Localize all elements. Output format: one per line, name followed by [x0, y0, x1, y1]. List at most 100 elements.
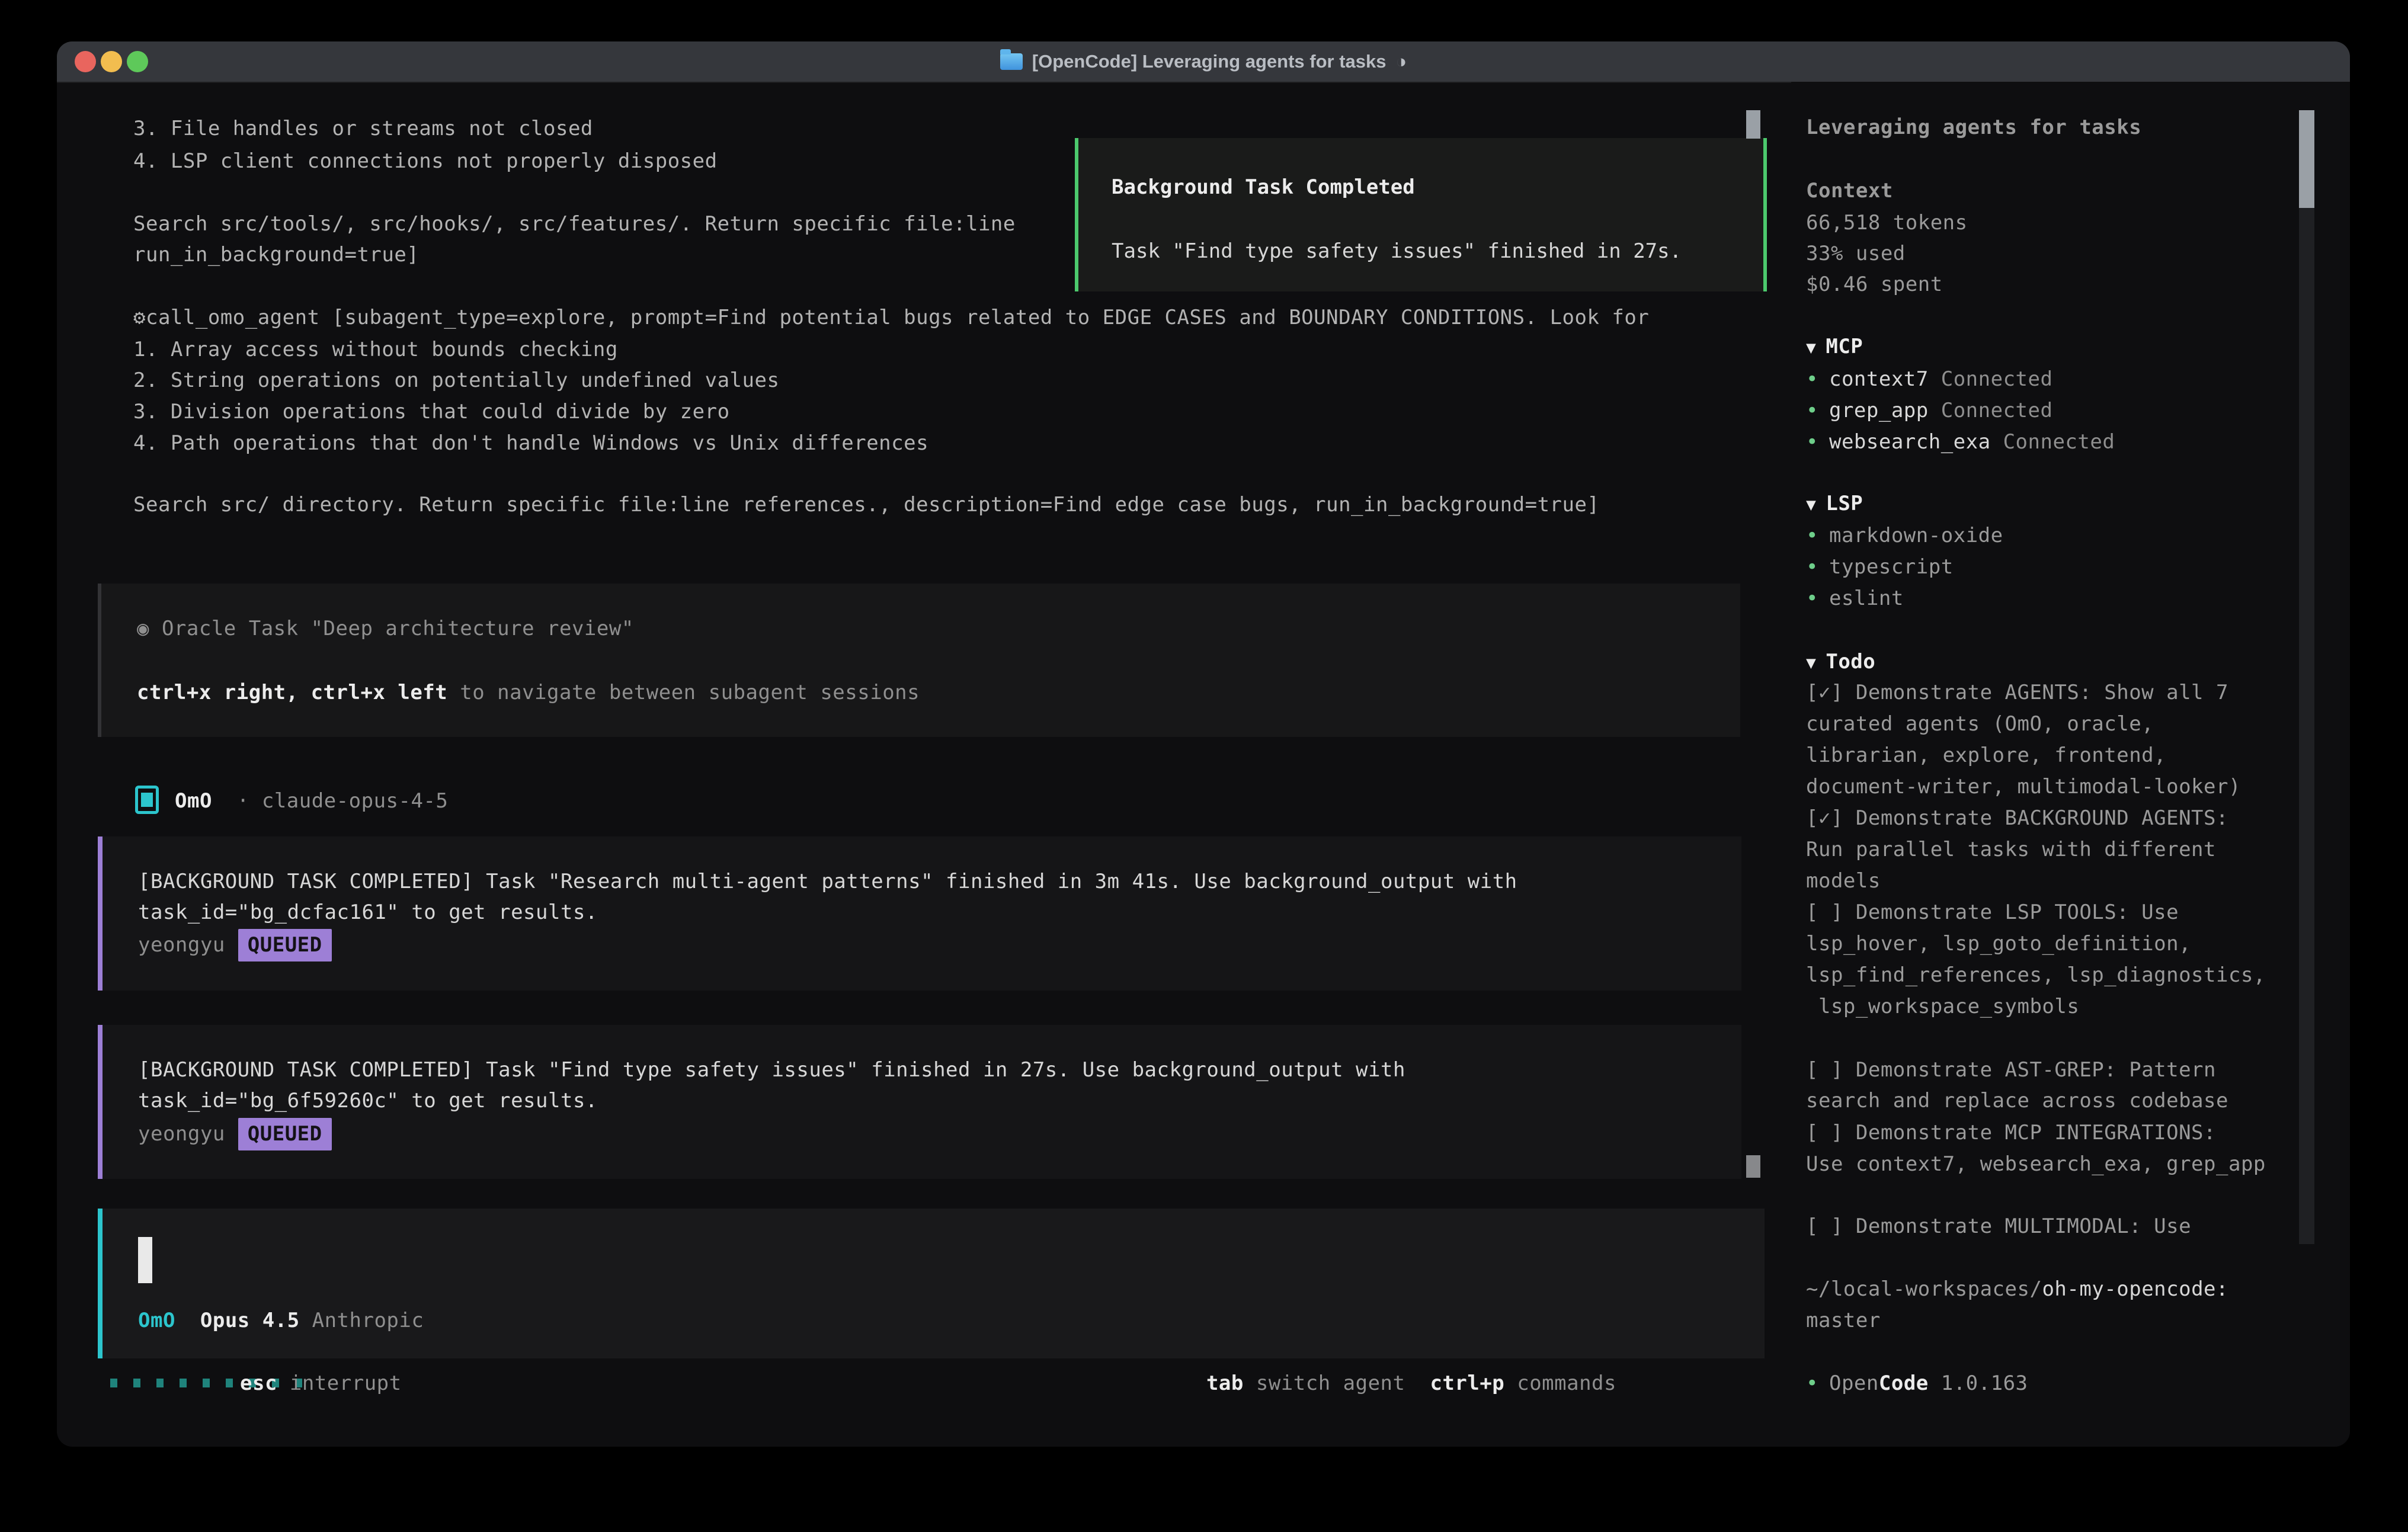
- status-dot-icon: •: [1806, 430, 1818, 454]
- spinner-dot: [203, 1379, 210, 1387]
- tab-key: tab: [1206, 1371, 1244, 1395]
- status-dot-icon: •: [1806, 586, 1818, 610]
- workspace-path: ~/local-workspaces/oh-my-opencode:: [1806, 1274, 2228, 1305]
- chevron-down-icon: ▼: [1806, 653, 1816, 672]
- queued-badge: QUEUED: [238, 929, 332, 961]
- ctrl-p-label: commands: [1504, 1371, 1616, 1395]
- agent-name: OmO: [175, 789, 212, 813]
- main-scrollbar-thumb[interactable]: [1746, 1155, 1760, 1178]
- task-message-block: [BACKGROUND TASK COMPLETED] Task "Resear…: [98, 836, 1741, 991]
- context-spent: $0.46 spent: [1806, 269, 1943, 300]
- tool-call-bullet: 4. Path operations that don't handle Win…: [133, 428, 928, 459]
- status-dot-icon: •: [1806, 1371, 1818, 1395]
- task-message-line: task_id="bg_dcfac161" to get results.: [138, 897, 598, 928]
- todo-line-active: [ ] Demonstrate LSP TOOLS: Use: [1806, 897, 2179, 928]
- status-dot-icon: •: [1806, 524, 1818, 547]
- main-scrollbar-thumb[interactable]: [1746, 110, 1760, 139]
- sidebar-scrollbar-track[interactable]: [2299, 110, 2314, 1244]
- mcp-section-header[interactable]: ▼ MCP: [1806, 331, 1863, 363]
- ctrl-p-key: ctrl+p: [1430, 1371, 1504, 1395]
- prompt-input[interactable]: OmO Opus 4.5 Anthropic: [98, 1209, 1765, 1358]
- input-agent-name: OmO: [138, 1309, 175, 1332]
- app-version: 1.0.163: [1929, 1371, 2028, 1395]
- chevron-down-icon: ▼: [1806, 495, 1816, 514]
- mcp-item: •grep_app Connected: [1806, 395, 2052, 427]
- lsp-item: •eslint: [1806, 583, 1904, 614]
- esc-hint: esc interrupt: [240, 1368, 402, 1399]
- todo-line: [ ] Demonstrate AST-GREP: Pattern: [1806, 1055, 2216, 1086]
- spinner-dot: [110, 1379, 117, 1387]
- mcp-item-name: websearch_exa: [1829, 430, 1991, 454]
- mcp-item-status: Connected: [1929, 399, 2053, 422]
- oracle-task-panel: ◉ Oracle Task "Deep architecture review"…: [98, 584, 1740, 737]
- status-dot-icon: •: [1806, 399, 1818, 422]
- session-sidebar: Leveraging agents for tasks Context 66,5…: [1791, 82, 2350, 1447]
- tool-call-bullet: 1. Array access without bounds checking: [133, 334, 618, 366]
- agent-model-name: claude-opus-4-5: [262, 789, 449, 813]
- mcp-item: •websearch_exa Connected: [1806, 427, 2115, 458]
- spinner-dot: [226, 1379, 233, 1387]
- task-message-meta: yeongyu QUEUED: [138, 929, 332, 961]
- scrollback-line: 3. File handles or streams not closed: [133, 113, 593, 145]
- tab-label: switch agent: [1244, 1371, 1405, 1395]
- gear-icon: ⚙: [133, 306, 146, 329]
- task-message-meta: yeongyu QUEUED: [138, 1118, 332, 1150]
- lsp-section-header[interactable]: ▼ LSP: [1806, 488, 1863, 520]
- spinner-dot: [133, 1379, 140, 1387]
- scrollback-line: 4. LSP client connections not properly d…: [133, 146, 718, 177]
- mcp-heading: MCP: [1826, 335, 1863, 358]
- todo-line: document-writer, multimodal-looker): [1806, 771, 2241, 803]
- spinner-dot: [156, 1379, 164, 1387]
- title-bar: [OpenCode] Leveraging agents for tasks ◑: [57, 41, 2350, 83]
- task-user: yeongyu: [138, 933, 225, 957]
- todo-line: [ ] Demonstrate MCP INTEGRATIONS:: [1806, 1117, 2216, 1149]
- task-message-line: [BACKGROUND TASK COMPLETED] Task "Resear…: [138, 866, 1517, 898]
- todo-line: [✓] Demonstrate BACKGROUND AGENTS:: [1806, 803, 2228, 834]
- todo-line: librarian, explore, frontend,: [1806, 740, 2166, 771]
- statusbar-shortcuts: tab switch agent ctrl+p commands: [1206, 1368, 1616, 1399]
- context-used: 33% used: [1806, 238, 1906, 270]
- todo-section-header[interactable]: ▼ Todo: [1806, 646, 1875, 678]
- esc-label: interrupt: [277, 1371, 402, 1395]
- todo-line-active: lsp_hover, lsp_goto_definition,: [1806, 928, 2191, 960]
- agent-header: OmO · claude-opus-4-5: [175, 786, 448, 817]
- opencode-window: [OpenCode] Leveraging agents for tasks ◑…: [57, 41, 2350, 1447]
- scrollback-line: Search src/tools/, src/hooks/, src/featu…: [133, 209, 1016, 240]
- input-gap: [175, 1309, 200, 1332]
- lsp-heading: LSP: [1826, 492, 1863, 515]
- lsp-item: •markdown-oxide: [1806, 520, 2003, 552]
- app-name-suffix: Code: [1879, 1371, 1929, 1395]
- agent-separator: [212, 789, 237, 813]
- mcp-item-status: Connected: [1929, 367, 2053, 391]
- todo-line: search and replace across codebase: [1806, 1085, 2228, 1117]
- desktop: [OpenCode] Leveraging agents for tasks ◑…: [0, 0, 2408, 1532]
- todo-line: curated agents (OmO, oracle,: [1806, 709, 2154, 740]
- task-user: yeongyu: [138, 1122, 225, 1146]
- todo-line: models: [1806, 866, 1881, 897]
- background-task-toast[interactable]: Background Task Completed Task "Find typ…: [1075, 138, 1767, 291]
- window-title-wrap: [OpenCode] Leveraging agents for tasks ◑: [57, 41, 2350, 82]
- queued-badge: QUEUED: [238, 1118, 332, 1150]
- session-title: Leveraging agents for tasks: [1806, 112, 2141, 143]
- lsp-item-name: typescript: [1829, 555, 1954, 579]
- workspace-path-prefix: ~/local-workspaces/: [1806, 1277, 2042, 1301]
- mcp-item-name: context7: [1829, 367, 1929, 391]
- status-dot-icon: •: [1806, 367, 1818, 391]
- input-model: Opus 4.5: [200, 1309, 300, 1332]
- workspace-repo: oh-my-opencode:: [2042, 1277, 2228, 1301]
- status-dot-icon: •: [1806, 555, 1818, 579]
- window-title: [OpenCode] Leveraging agents for tasks: [1032, 51, 1386, 72]
- shortcut-gap: [1405, 1371, 1430, 1395]
- todo-line: [ ] Demonstrate MULTIMODAL: Use: [1806, 1211, 2191, 1242]
- half-circle-icon: ◑: [1396, 51, 1407, 72]
- toast-title: Background Task Completed: [1112, 175, 1415, 199]
- todo-heading: Todo: [1826, 650, 1875, 674]
- separator-dot: ·: [237, 789, 249, 813]
- shortcut-keys: ctrl+x right, ctrl+x left: [137, 681, 447, 704]
- chevron-down-icon: ▼: [1806, 338, 1816, 357]
- context-heading: Context: [1806, 175, 1893, 207]
- tool-call-closing: Search src/ directory. Return specific f…: [133, 489, 1599, 521]
- sidebar-scrollbar-thumb[interactable]: [2299, 110, 2314, 208]
- shortcut-label: to navigate between subagent sessions: [447, 681, 920, 704]
- todo-line-active: lsp_workspace_symbols: [1806, 991, 2079, 1023]
